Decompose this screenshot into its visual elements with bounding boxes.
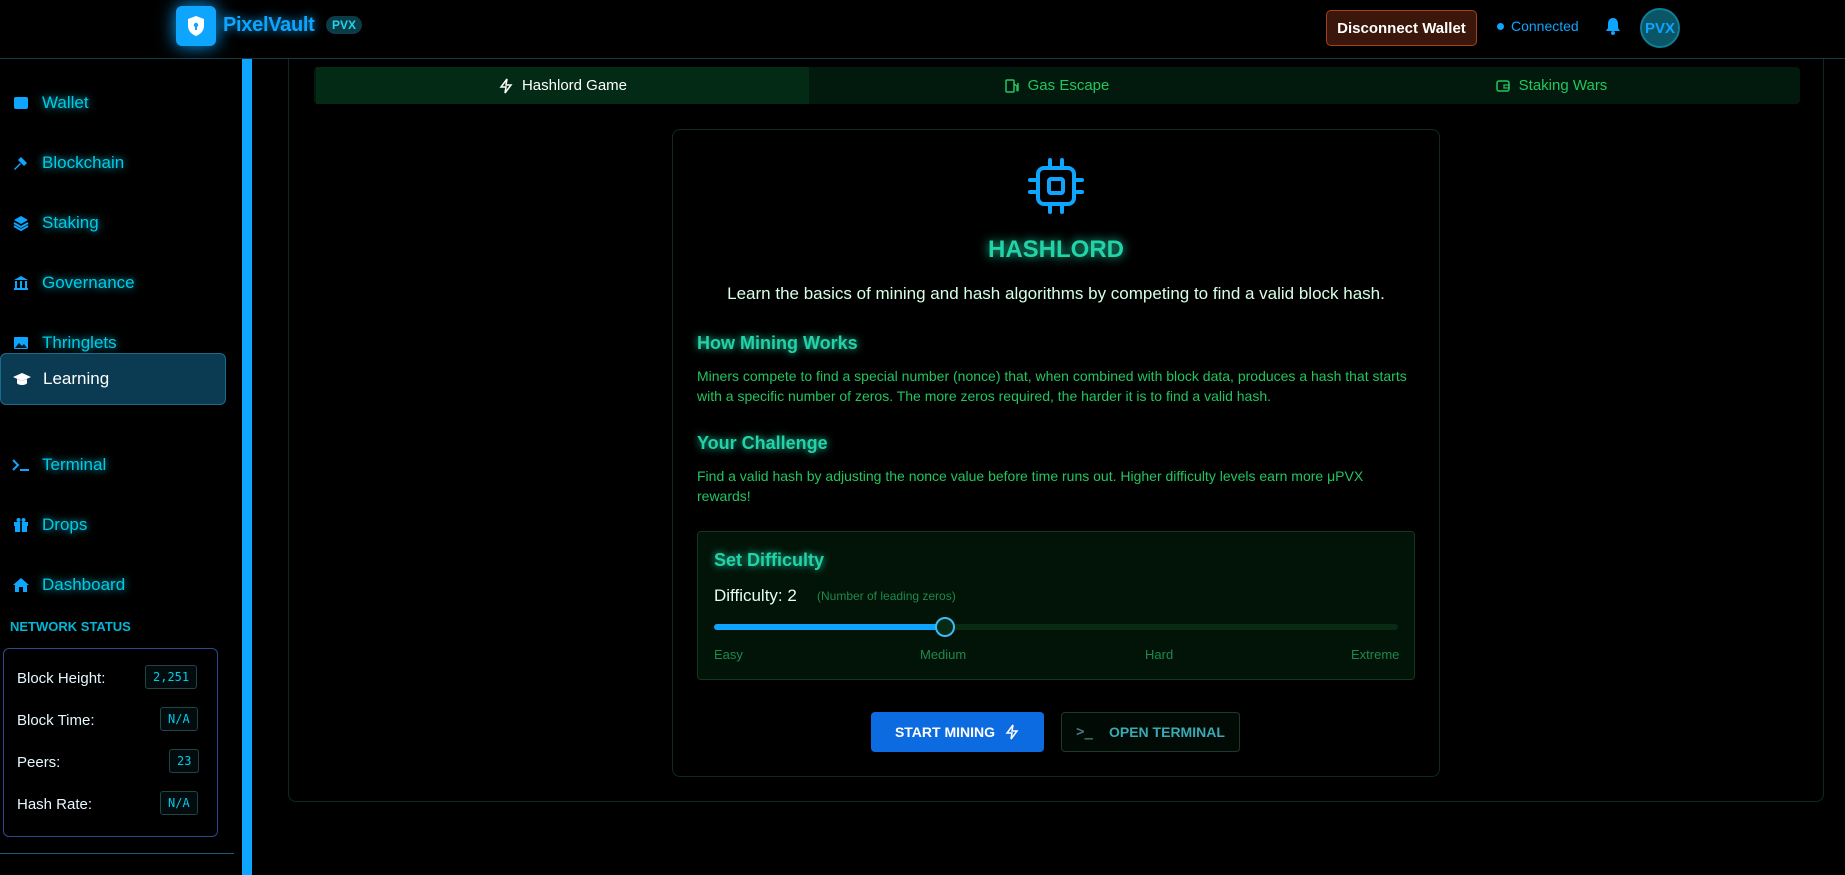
sidebar-item-label: Learning [43, 369, 110, 388]
sidebar-item-terminal[interactable]: Terminal [0, 439, 226, 491]
tick-easy: Easy [714, 647, 743, 662]
tab-gas-escape[interactable]: Gas Escape [809, 67, 1304, 104]
zap-icon [1005, 724, 1019, 740]
tick-extreme: Extreme [1351, 647, 1400, 662]
game-title: HASHLORD [988, 236, 1124, 263]
connection-status: Connected [1511, 18, 1579, 34]
difficulty-value: Difficulty: 2 [714, 586, 797, 605]
block-height-value: 2,251 [145, 665, 198, 689]
your-challenge-heading: Your Challenge [697, 433, 828, 453]
sidebar-item-label: Blockchain [42, 153, 125, 172]
start-mining-label: START MINING [894, 724, 996, 740]
terminal-icon [10, 454, 32, 476]
sidebar-item-label: Drops [42, 515, 88, 534]
block-time-value: N/A [160, 707, 198, 731]
open-terminal-label: OPEN TERMINAL [1108, 724, 1225, 740]
peers-label: Peers: [17, 754, 61, 771]
difficulty-slider-thumb[interactable] [934, 617, 955, 637]
sidebar-item-label: Governance [42, 273, 135, 292]
game-tabs: Hashlord Game Gas Escape Staking Wars [314, 67, 1800, 104]
set-difficulty-heading: Set Difficulty [714, 550, 825, 570]
tab-label: Staking Wars [1518, 77, 1608, 94]
sidebar-item-dashboard[interactable]: Dashboard [0, 559, 226, 611]
network-status-title: NETWORK STATUS [10, 619, 131, 634]
bank-icon [10, 272, 32, 294]
fuel-icon [1004, 78, 1019, 93]
difficulty-slider-fill [714, 624, 945, 630]
sidebar-item-staking[interactable]: Staking [0, 197, 226, 249]
your-challenge-text: Find a valid hash by adjusting the nonce… [697, 468, 1364, 504]
sidebar-item-drops[interactable]: Drops [0, 499, 226, 551]
sidebar-item-wallet[interactable]: Wallet [0, 77, 226, 129]
tab-staking-wars[interactable]: Staking Wars [1304, 67, 1798, 104]
sidebar-divider [0, 853, 234, 854]
hash-rate-value: N/A [160, 791, 198, 815]
layers-icon [10, 212, 32, 234]
tick-hard: Hard [1145, 647, 1174, 662]
sidebar-item-label: Thringlets [42, 333, 117, 352]
graduation-cap-icon [11, 368, 33, 390]
home-icon [10, 574, 32, 596]
game-description: Learn the basics of mining and hash algo… [727, 284, 1385, 303]
how-mining-works-heading: How Mining Works [697, 333, 858, 353]
image-icon [10, 332, 32, 354]
sidebar-item-label: Terminal [42, 455, 107, 474]
shield-icon [188, 16, 204, 36]
peers-value: 23 [169, 749, 200, 773]
tab-label: Hashlord Game [521, 77, 628, 94]
zap-icon [499, 78, 513, 93]
sidebar-item-label: Wallet [42, 93, 89, 112]
hammer-icon [10, 152, 32, 174]
terminal-icon: >_ [1076, 724, 1093, 740]
tab-label: Gas Escape [1027, 77, 1110, 94]
tab-hashlord-game[interactable]: Hashlord Game [316, 67, 809, 104]
block-time-label: Block Time: [17, 712, 95, 729]
hash-rate-label: Hash Rate: [17, 796, 93, 813]
top-bar: PixelVault PVX Disconnect Wallet Connect… [0, 0, 1845, 59]
avatar[interactable]: PVX [1640, 8, 1680, 48]
wallet-icon [10, 92, 32, 114]
sidebar-item-label: Staking [42, 213, 99, 232]
logo[interactable] [176, 6, 216, 46]
tick-medium: Medium [920, 647, 967, 662]
bell-icon[interactable] [1603, 16, 1623, 36]
cpu-icon [1028, 158, 1084, 214]
brand-name[interactable]: PixelVault [223, 14, 315, 37]
difficulty-note: (Number of leading zeros) [817, 589, 956, 603]
sidebar-item-governance[interactable]: Governance [0, 257, 226, 309]
sidebar-scrollbar[interactable] [242, 59, 252, 875]
status-dot [1497, 23, 1504, 30]
how-mining-works-text: Miners compete to find a special number … [697, 368, 1407, 404]
gift-icon [10, 514, 32, 536]
sidebar-item-blockchain[interactable]: Blockchain [0, 137, 226, 189]
token-badge: PVX [326, 16, 363, 34]
wallet-icon [1495, 79, 1510, 92]
open-terminal-button[interactable]: >_ OPEN TERMINAL [1061, 712, 1240, 752]
block-height-label: Block Height: [17, 670, 106, 687]
sidebar-item-label: Dashboard [42, 575, 126, 594]
disconnect-wallet-button[interactable]: Disconnect Wallet [1326, 10, 1477, 46]
start-mining-button[interactable]: START MINING [871, 712, 1044, 752]
sidebar-item-learning[interactable]: Learning [0, 353, 226, 405]
